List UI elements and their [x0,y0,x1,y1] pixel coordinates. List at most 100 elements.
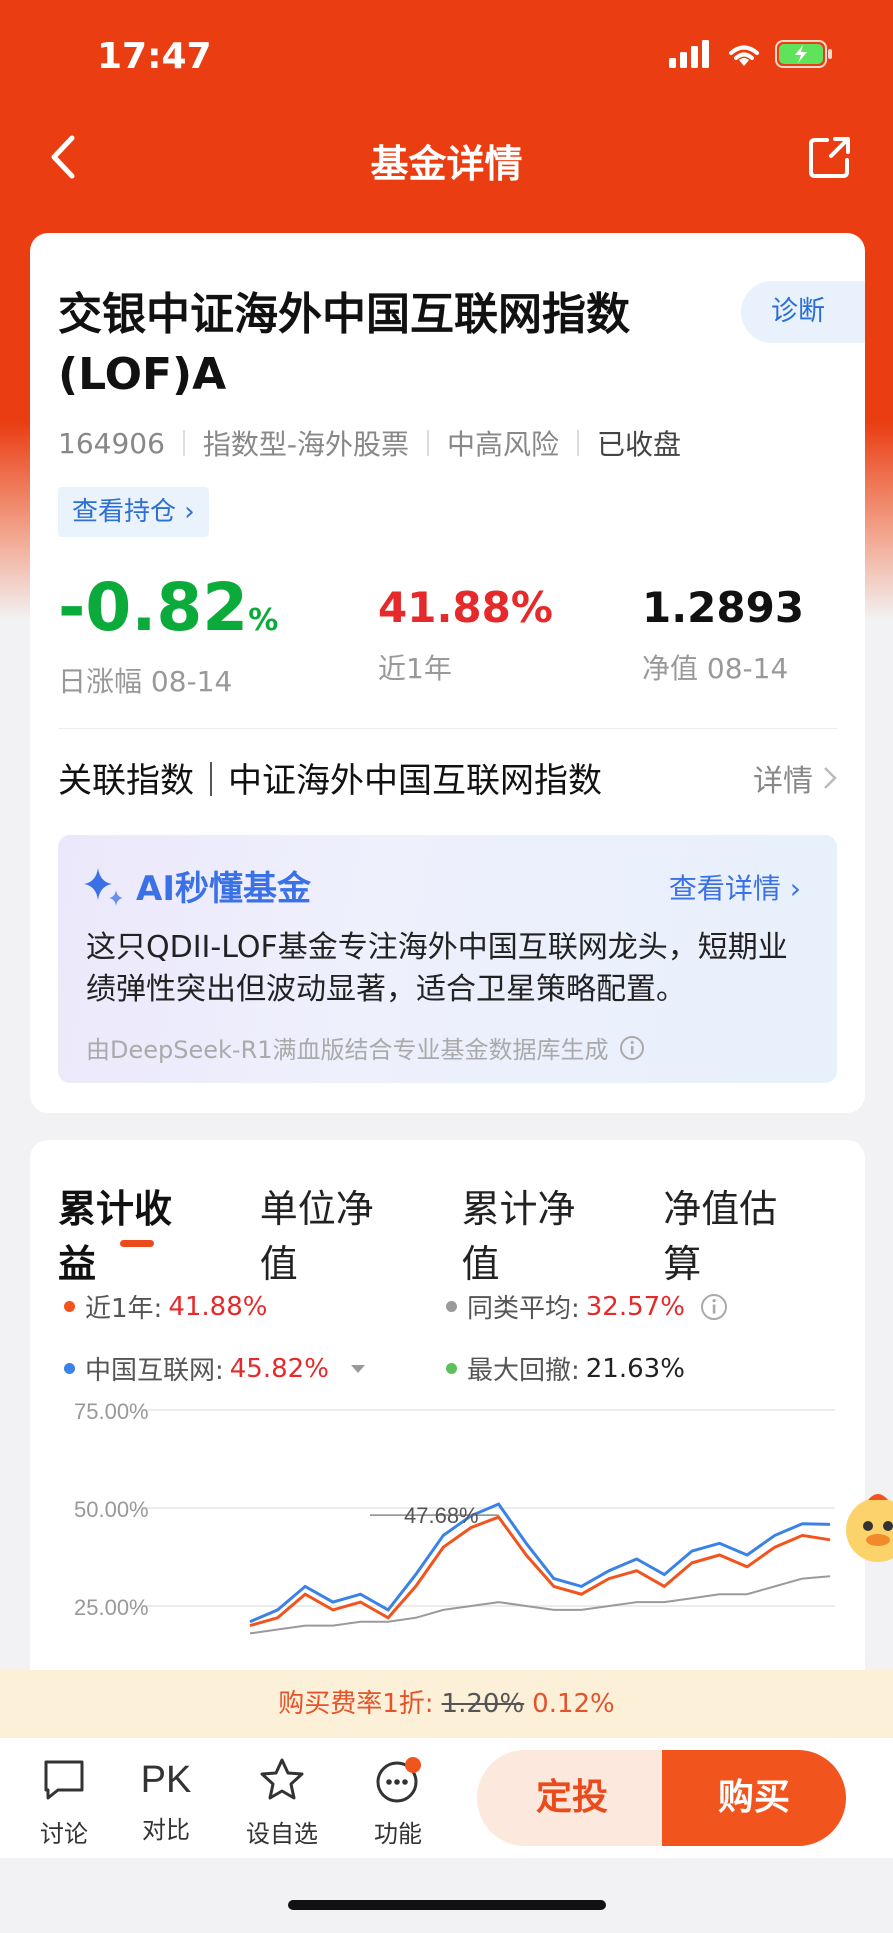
ai-footnote: 由DeepSeek-R1满血版结合专业基金数据库生成 [86,1030,645,1065]
view-holdings-button[interactable]: 查看持仓 › [58,487,209,537]
fund-name-line1: 交银中证海外中国互联网指数 [58,289,630,340]
legend-peer-name: 同类平均: [467,1294,580,1324]
legend-index-value: 45.82% [229,1353,329,1384]
auto-invest-button[interactable]: 定投 [477,1750,667,1846]
signal-icon [669,40,709,68]
fee-new: 0.12% [532,1689,615,1719]
y-tick-label: 75.00% [74,1400,149,1424]
ai-title: AI秒懂基金 [82,861,311,910]
fund-code: 164906 [58,426,165,460]
info-icon[interactable] [699,1292,729,1322]
series-line-0 [249,1515,831,1628]
daily-change-label: 日涨幅 08-14 [58,665,233,698]
legend-dot [64,1363,75,1374]
watchlist-label: 设自选 [246,1820,318,1848]
tab-nav-estimate[interactable]: 净值估算 [663,1178,811,1288]
fee-discount-bar[interactable]: 购买费率1折: 1.20% 0.12% [0,1670,893,1738]
divider [427,430,429,456]
ai-title-text: AI秒懂基金 [136,869,311,909]
fund-risk: 中高风险 [447,428,560,461]
related-index-more[interactable]: 详情 [753,756,837,800]
legend-dot [64,1301,75,1312]
divider [577,430,580,456]
watchlist-button[interactable]: 设自选 [242,1756,322,1849]
fund-name: 交银中证海外中国互联网指数 (LOF)A [58,285,698,405]
ai-summary-text: 这只QDII-LOF基金专注海外中国互联网龙头，短期业绩弹性突出但波动显著，适合… [86,930,788,1007]
legend-dot [446,1301,457,1312]
pk-icon: PK [140,1759,192,1801]
caret-down-icon[interactable] [349,1363,367,1375]
legend-drawdown: 最大回撤: 21.63% [446,1350,685,1387]
fund-meta: 164906 指数型-海外股票 中高风险 已收盘 [58,423,681,463]
info-icon[interactable] [619,1035,645,1061]
series-line-1 [249,1502,831,1624]
discuss-label: 讨论 [40,1820,88,1848]
status-icons [669,40,833,68]
discuss-button[interactable]: 讨论 [24,1756,104,1849]
sparkle-icon [84,867,123,906]
tab-cumulative-return[interactable]: 累计收益 [58,1178,206,1288]
daily-change-value: -0.82 [58,569,249,646]
market-status: 已收盘 [597,428,682,461]
buy-button[interactable]: 购买 [662,1750,846,1846]
functions-button[interactable]: 功能 [358,1756,438,1849]
legend-drawdown-name: 最大回撤: [467,1356,580,1386]
daily-change-stat: -0.82% 日涨幅 08-14 [58,573,278,702]
tab-unit-nav[interactable]: 单位净值 [260,1178,408,1288]
divider [182,430,185,456]
legend-drawdown-value: 21.63% [585,1353,685,1384]
functions-label: 功能 [374,1820,422,1848]
active-tab-indicator [120,1240,154,1247]
legend-index[interactable]: 中国互联网: 45.82% [64,1350,367,1387]
ai-more-text: 查看详情 [668,872,781,905]
y-tick-label: 50.00% [74,1497,149,1522]
more-icon [376,1757,421,1803]
compare-button[interactable]: PK 对比 [126,1756,206,1845]
ai-details-link[interactable]: 查看详情 › [669,867,801,907]
legend-fund-value: 41.88% [168,1291,268,1322]
tab-cumulative-nav[interactable]: 累计净值 [462,1178,610,1288]
fee-old: 1.20% [441,1689,525,1719]
y-tick-label: 25.00% [74,1595,149,1620]
series-line-2 [249,1575,831,1635]
one-year-label: 近1年 [378,652,452,685]
one-year-value: 41.88% [378,583,553,632]
share-icon[interactable] [807,134,853,180]
status-time: 17:47 [97,36,212,77]
details-link: 详情 [753,763,813,799]
legend-fund: 近1年: 41.88% [64,1288,267,1325]
diagnose-button[interactable]: 诊断 [741,281,865,343]
legend-peer-value: 32.57% [585,1291,685,1322]
legend-index-name: 中国互联网: [85,1356,224,1386]
ai-summary-box: AI秒懂基金 查看详情 › 这只QDII-LOF基金专注海外中国互联网龙头，短期… [58,835,837,1083]
fee-prefix: 购买费率1折: [278,1689,434,1719]
fund-info-card: 交银中证海外中国互联网指数 (LOF)A 诊断 164906 指数型-海外股票 … [30,233,865,1113]
page-title: 基金详情 [370,142,523,186]
mascot-icon[interactable] [838,1490,893,1570]
legend-fund-name: 近1年: [85,1294,163,1324]
return-chart[interactable]: 75.00% 50.00% 25.00% 47.68% [30,1400,865,1700]
peak-label: 47.68% [404,1503,479,1528]
fund-type: 指数型-海外股票 [202,428,409,461]
related-index-row[interactable]: 关联指数｜中证海外中国互联网指数 详情 [58,753,837,802]
legend-dot [446,1363,457,1374]
chart-tabs: 累计收益 单位净值 累计净值 净值估算 [58,1178,865,1288]
compare-label: 对比 [142,1816,190,1844]
home-indicator [288,1900,606,1910]
related-index-label: 关联指数｜中证海外中国互联网指数 [58,761,602,801]
chevron-right-icon [824,766,837,789]
one-year-stat: 41.88% 近1年 [378,573,553,689]
nav-label: 净值 08-14 [642,652,789,685]
chat-icon [44,1760,84,1800]
battery-icon [775,40,832,68]
nav-stat: 1.2893 净值 08-14 [642,573,804,689]
fund-name-line2: (LOF)A [58,349,227,400]
daily-change-unit: % [248,603,279,638]
divider [58,728,837,729]
wifi-icon [729,45,759,66]
star-icon [260,1758,304,1800]
performance-card: 累计收益 单位净值 累计净值 净值估算 近1年: 41.88% 同类平均: 32.5… [30,1140,865,1700]
legend-peer: 同类平均: 32.57% [446,1288,729,1325]
bottom-action-bar: 讨论 PK 对比 设自选 功能 定投 购买 [0,1738,893,1858]
nav-value: 1.2893 [642,583,805,632]
